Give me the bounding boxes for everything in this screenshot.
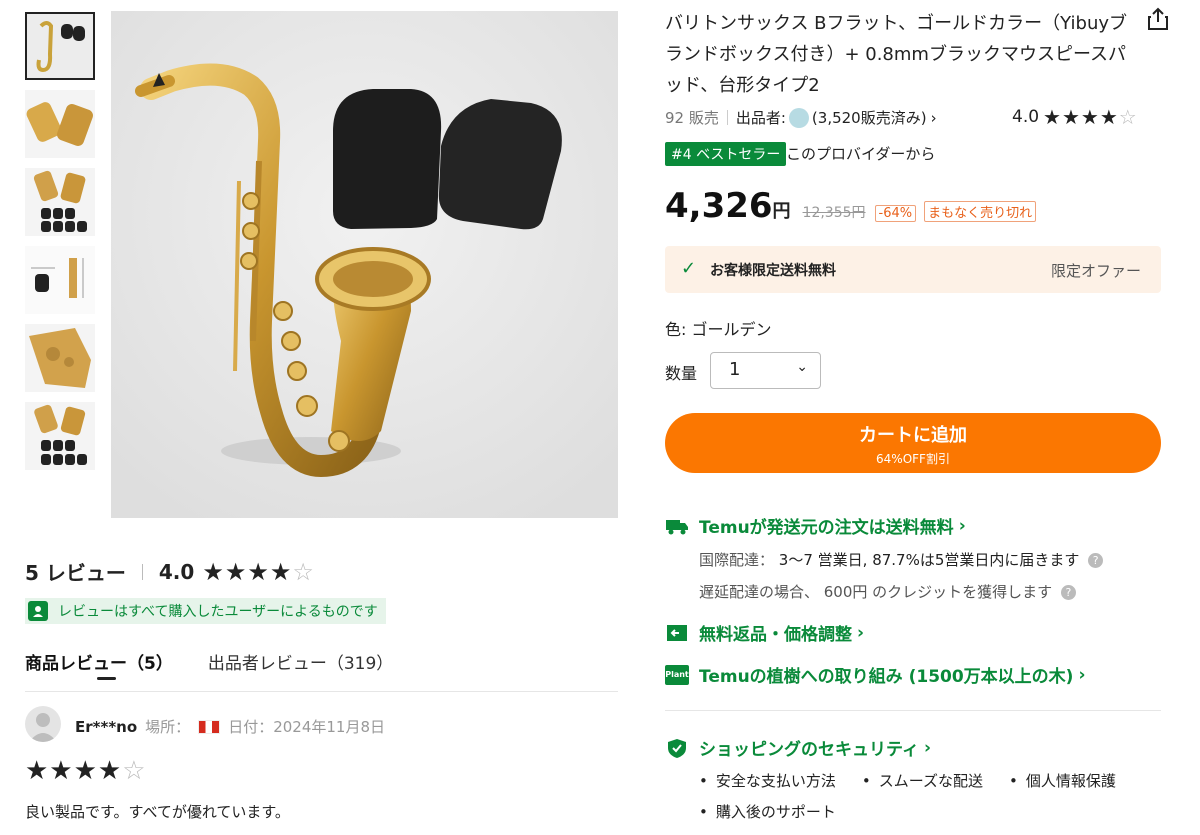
security-bullet: 個人情報保護 <box>1009 770 1116 791</box>
help-icon[interactable]: ? <box>1060 585 1076 600</box>
quantity-value: 1 <box>729 359 741 380</box>
free-returns-link[interactable]: 無料返品・価格調整 › <box>665 620 864 645</box>
tree-planting-title: Temuの植樹への取り組み (1500万本以上の木) <box>699 667 1074 687</box>
thumbnail-4[interactable] <box>25 246 95 314</box>
seller-label: 出品者: <box>735 109 786 127</box>
divider <box>141 563 143 580</box>
security-bullet: 安全な支払い方法 <box>699 770 836 791</box>
seller-sold-count[interactable]: (3,520販売済み) <box>812 107 927 128</box>
bestseller-text: このプロバイダーから <box>786 145 936 163</box>
rating-value: 4.0 <box>1012 107 1040 127</box>
truck-icon <box>666 519 688 534</box>
review-meta: Er***no 場所： 日付：2024年11月8日 <box>75 716 385 737</box>
price-amount: 4,326 <box>665 186 773 226</box>
tab-seller-reviews[interactable]: 出品者レビュー（319） <box>208 649 393 674</box>
review-text: 良い製品です。すべてが優れています。 <box>25 803 290 821</box>
chevron-right-icon[interactable]: › <box>931 109 937 127</box>
product-rating[interactable]: 4.0 ★★★★☆ <box>1012 105 1138 129</box>
help-icon[interactable]: ? <box>1088 553 1104 568</box>
check-icon: ✓ <box>681 258 697 279</box>
thumbnail-list <box>25 12 95 480</box>
shield-check-icon <box>668 738 686 758</box>
peru-flag-icon <box>198 719 221 734</box>
original-price: 12,355円 <box>802 205 866 221</box>
divider <box>25 691 618 692</box>
return-box-icon <box>667 624 687 641</box>
security-link[interactable]: ショッピングのセキュリティ › <box>665 735 931 760</box>
verified-text: レビューはすべて購入したユーザーによるものです <box>58 604 378 620</box>
intl-delivery-line: 国際配達： 3〜7 営業日, 87.7%は5営業日内に届きます ? <box>699 549 1104 570</box>
review-count: 5 レビュー <box>25 561 126 585</box>
discount-tag: -64% <box>874 205 917 222</box>
free-shipping-link[interactable]: Temuが発送元の注文は送料無料 › <box>665 513 966 538</box>
share-icon[interactable] <box>1145 6 1171 32</box>
thumbnail-2[interactable] <box>25 90 95 158</box>
review-stars: ★★★★☆ <box>25 756 147 786</box>
reviews-header: 5 レビュー 4.0 ★★★★☆ <box>25 557 315 586</box>
review-date: 日付：2024年11月8日 <box>228 718 385 736</box>
shield-user-icon <box>28 601 48 621</box>
security-bullets-row-1: 安全な支払い方法 スムーズな配送 個人情報保護 <box>699 770 1116 791</box>
security-title: ショッピングのセキュリティ <box>699 740 919 760</box>
avatar <box>25 706 61 742</box>
security-bullets-row-2: 購入後のサポート <box>699 801 836 822</box>
star-rating-icon: ★★★★☆ <box>1043 105 1138 129</box>
chevron-down-icon: ⌄ <box>796 359 808 375</box>
thumbnail-1[interactable] <box>25 12 95 80</box>
review-tabs: 商品レビュー（5） 出品者レビュー（319） <box>25 649 393 674</box>
free-returns-title: 無料返品・価格調整 <box>699 625 852 645</box>
plant-icon: Plant <box>665 664 689 685</box>
tab-product-reviews[interactable]: 商品レビュー（5） <box>25 649 173 674</box>
product-title: バリトンサックス Bフラット、ゴールドカラー（Yibuyブランドボックス付き）+… <box>665 13 1128 96</box>
add-to-cart-sublabel: 64%OFF割引 <box>876 452 950 466</box>
chevron-right-icon: › <box>857 622 865 643</box>
quantity-select[interactable]: 1 ⌄ <box>710 352 821 389</box>
soldout-soon-tag: まもなく売り切れ <box>924 201 1037 222</box>
security-bullet: 購入後のサポート <box>699 801 836 822</box>
tree-planting-link[interactable]: Plant Temuの植樹への取り組み (1500万本以上の木) › <box>665 662 1085 687</box>
active-tab-indicator <box>97 677 116 680</box>
star-rating-icon: ★★★★☆ <box>202 557 315 586</box>
price-currency: 円 <box>772 201 791 222</box>
location-label: 場所： <box>145 718 191 736</box>
chevron-right-icon: › <box>958 515 966 536</box>
review-rating: 4.0 <box>158 559 195 584</box>
intl-delivery-label: 国際配達： <box>699 551 775 569</box>
add-to-cart-button[interactable]: カートに追加 64%OFF割引 <box>665 413 1161 473</box>
sales-meta: 92 販売 出品者: (3,520販売済み) › <box>665 107 937 128</box>
late-delivery-text: 遅延配達の場合、 600円 のクレジットを獲得します <box>699 583 1053 601</box>
bestseller-badge: #4 ベストセラー <box>665 142 787 166</box>
price-row: 4,326 円 12,355円 -64% まもなく売り切れ <box>665 186 1044 226</box>
add-to-cart-label: カートに追加 <box>859 425 967 446</box>
color-option: 色: ゴールデン <box>665 320 772 339</box>
thumbnail-3[interactable] <box>25 168 95 236</box>
seller-avatar[interactable] <box>788 107 809 128</box>
free-shipping-text: お客様限定送料無料 <box>710 263 836 279</box>
limited-offer-text: 限定オファー <box>1050 262 1141 280</box>
chevron-right-icon: › <box>1078 664 1086 685</box>
security-bullet: スムーズな配送 <box>862 770 983 791</box>
quantity-label: 数量 <box>665 364 698 383</box>
thumbnail-5[interactable] <box>25 324 95 392</box>
intl-delivery-value: 3〜7 営業日, 87.7%は5営業日内に届きます <box>778 551 1080 569</box>
free-shipping-title: Temuが発送元の注文は送料無料 <box>699 518 954 538</box>
divider <box>665 710 1161 711</box>
divider <box>726 110 728 125</box>
sold-count: 92 販売 <box>665 109 719 127</box>
chevron-right-icon: › <box>923 737 931 758</box>
free-shipping-banner: ✓ お客様限定送料無料 限定オファー <box>665 246 1161 293</box>
reviewer-name: Er***no <box>75 717 138 736</box>
thumbnail-6[interactable] <box>25 402 95 470</box>
main-product-image[interactable] <box>111 11 618 518</box>
late-delivery-line: 遅延配達の場合、 600円 のクレジットを獲得します ? <box>699 581 1076 602</box>
verified-reviews-badge: レビューはすべて購入したユーザーによるものです <box>25 598 386 624</box>
